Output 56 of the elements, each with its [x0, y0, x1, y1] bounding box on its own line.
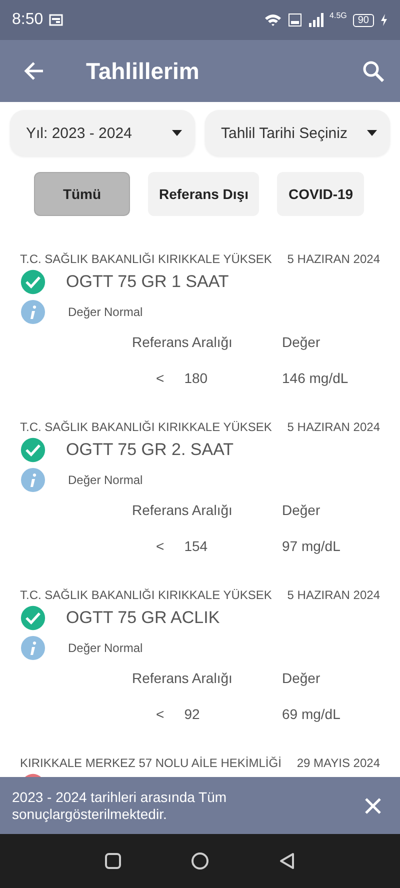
home-button[interactable] — [188, 850, 211, 872]
test-name: OGTT 75 GR 2. SAAT — [66, 440, 234, 460]
recents-icon — [104, 852, 122, 870]
signal-icon — [308, 13, 324, 27]
result-date: 5 HAZIRAN 2024 — [287, 252, 380, 266]
column-header: Değer — [282, 333, 322, 352]
operator: < — [156, 538, 164, 554]
reference-value: 154 — [184, 538, 208, 554]
institution-name: T.C. SAĞLIK BAKANLIĞI KIRIKKALE YÜKSEK — [20, 252, 272, 266]
info-icon — [20, 635, 46, 661]
column-header: Değer — [282, 669, 322, 688]
reference-value: 180 — [184, 370, 208, 386]
dropdown[interactable]: Yıl: 2023 - 2024 — [10, 110, 195, 156]
filter-tab[interactable]: COVID-19 — [277, 172, 364, 216]
result-value: 146 mg/dL — [282, 369, 350, 388]
charging-icon — [380, 14, 388, 26]
status-note: Değer Normal — [68, 641, 143, 655]
operator: < — [156, 706, 164, 722]
result-date: 5 HAZIRAN 2024 — [287, 588, 380, 602]
test-name: OGTT 75 GR ACLIK — [66, 608, 220, 628]
column-header: Değer — [282, 501, 322, 520]
reference-value: 92 — [184, 706, 200, 722]
dropdown-caret-icon — [366, 129, 378, 137]
test-name: OGTT 75 GR 1 SAAT — [66, 272, 229, 292]
institution-name: T.C. SAĞLIK BAKANLIĞI KIRIKKALE YÜKSEK — [20, 588, 272, 602]
institution-name: T.C. SAĞLIK BAKANLIĞI KIRIKKALE YÜKSEK — [20, 420, 272, 434]
wifi-icon — [264, 13, 282, 27]
column-header: Referans Aralığı — [132, 669, 234, 688]
info-icon — [20, 467, 46, 493]
search-icon — [362, 60, 384, 82]
status-note: Değer Normal — [68, 473, 143, 487]
result-value: 97 mg/dL — [282, 537, 342, 556]
snackbar-message: 2023 - 2024 tarihleri arasında Tüm sonuçlargösterilmektedir. — [12, 788, 228, 822]
status-note: Değer Normal — [68, 305, 143, 319]
battery-level: 90 — [352, 14, 374, 26]
result-value: 69 mg/dL — [282, 705, 342, 724]
column-header: Referans Aralığı — [132, 501, 234, 520]
column-header: Referans Aralığı — [132, 333, 234, 352]
result-date: 29 MAYIS 2024 — [296, 756, 380, 770]
calendar-icon — [49, 13, 64, 27]
home-icon — [190, 852, 209, 870]
filter-tab[interactable]: Tümü — [34, 172, 130, 216]
network-type: 4.5G — [330, 11, 347, 20]
info-icon — [20, 299, 46, 325]
back-arrow-icon — [24, 60, 46, 82]
dropdown[interactable]: Tahlil Tarihi Seçiniz — [205, 110, 390, 156]
operator: < — [156, 370, 164, 386]
dropdown-caret-icon — [171, 129, 183, 137]
institution-name: KIRIKKALE MERKEZ 57 NOLU AİLE HEKİMLİĞİ — [20, 756, 282, 770]
volte-icon — [288, 13, 302, 27]
result-date: 5 HAZIRAN 2024 — [287, 420, 380, 434]
close-icon — [364, 796, 382, 814]
screen-title: Tahlillerim — [86, 58, 200, 84]
filter-tab[interactable]: Referans Dışı — [148, 172, 260, 216]
back-icon — [278, 852, 296, 870]
clock: 8:50 — [12, 11, 44, 29]
